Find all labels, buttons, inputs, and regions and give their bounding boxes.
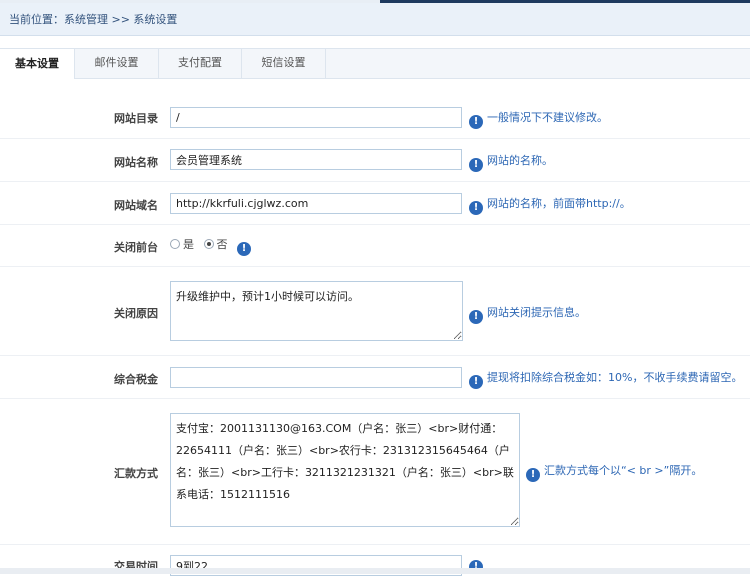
info-icon: ! bbox=[469, 115, 483, 129]
tab-bar: 基本设置 邮件设置 支付配置 短信设置 bbox=[0, 48, 750, 79]
info-icon: ! bbox=[469, 201, 483, 215]
breadcrumb: 当前位置：系统管理 >> 系统设置 bbox=[0, 3, 750, 36]
row-remit: 汇款方式 支付宝：2001131130@163.COM（户名：张三）<br>财付… bbox=[0, 399, 750, 545]
site-dir-input[interactable] bbox=[170, 107, 462, 128]
remit-label: 汇款方式 bbox=[114, 467, 158, 480]
tax-label: 综合税金 bbox=[114, 373, 158, 386]
radio-yes[interactable] bbox=[170, 239, 180, 249]
site-dir-label: 网站目录 bbox=[114, 112, 158, 125]
remit-textarea[interactable]: 支付宝：2001131130@163.COM（户名：张三）<br>财付通：226… bbox=[170, 413, 520, 527]
close-reason-hint: ! 网站关闭提示信息。 bbox=[469, 304, 586, 324]
row-site-name: 网站名称 ! 网站的名称。 bbox=[0, 139, 750, 182]
tab-basic-settings[interactable]: 基本设置 bbox=[0, 48, 75, 79]
remit-hint: ! 汇款方式每个以“< br >”隔开。 bbox=[526, 462, 702, 482]
tax-hint: ! 提现将扣除综合税金如：10%，不收手续费请留空。 bbox=[469, 369, 742, 389]
site-dir-hint: ! 一般情况下不建议修改。 bbox=[469, 109, 608, 129]
row-site-dir: 网站目录 ! 一般情况下不建议修改。 bbox=[0, 98, 750, 139]
site-domain-input[interactable] bbox=[170, 193, 462, 214]
remit-hint-text: 汇款方式每个以“< br >”隔开。 bbox=[544, 464, 703, 477]
site-domain-label: 网站域名 bbox=[114, 199, 158, 212]
tab-payment-config[interactable]: 支付配置 bbox=[159, 48, 242, 79]
info-icon: ! bbox=[237, 242, 251, 256]
close-reason-textarea[interactable]: 升级维护中，预计1小时候可以访问。 bbox=[170, 281, 463, 341]
radio-yes-label: 是 bbox=[183, 238, 194, 251]
row-site-domain: 网站域名 ! 网站的名称，前面带http://。 bbox=[0, 182, 750, 225]
site-name-hint: ! 网站的名称。 bbox=[469, 152, 553, 172]
row-close-reason: 关闭原因 升级维护中，预计1小时候可以访问。 ! 网站关闭提示信息。 bbox=[0, 267, 750, 356]
site-dir-hint-text: 一般情况下不建议修改。 bbox=[487, 111, 608, 124]
radio-no-label: 否 bbox=[216, 238, 228, 251]
site-domain-hint: ! 网站的名称，前面带http://。 bbox=[469, 195, 631, 215]
site-name-label: 网站名称 bbox=[114, 156, 158, 169]
close-front-label: 关闭前台 bbox=[114, 241, 158, 254]
site-name-hint-text: 网站的名称。 bbox=[487, 154, 553, 167]
close-front-radio-group: 是 否 ! bbox=[170, 236, 255, 256]
tax-hint-text: 提现将扣除综合税金如：10%，不收手续费请留空。 bbox=[487, 371, 743, 384]
bottom-scroll-bar[interactable] bbox=[0, 568, 750, 574]
tax-input[interactable] bbox=[170, 367, 462, 388]
site-domain-hint-text: 网站的名称，前面带http://。 bbox=[487, 197, 631, 210]
close-reason-label: 关闭原因 bbox=[114, 307, 158, 320]
info-icon: ! bbox=[469, 310, 483, 324]
row-tax: 综合税金 ! 提现将扣除综合税金如：10%，不收手续费请留空。 bbox=[0, 356, 750, 399]
info-icon: ! bbox=[526, 468, 540, 482]
close-reason-hint-text: 网站关闭提示信息。 bbox=[487, 306, 586, 319]
site-name-input[interactable] bbox=[170, 149, 462, 170]
info-icon: ! bbox=[469, 375, 483, 389]
radio-no[interactable] bbox=[203, 239, 214, 249]
tab-sms-settings[interactable]: 短信设置 bbox=[242, 48, 326, 79]
row-close-front: 关闭前台 是 否 ! bbox=[0, 225, 750, 267]
tab-mail-settings[interactable]: 邮件设置 bbox=[75, 48, 159, 79]
info-icon: ! bbox=[469, 158, 483, 172]
